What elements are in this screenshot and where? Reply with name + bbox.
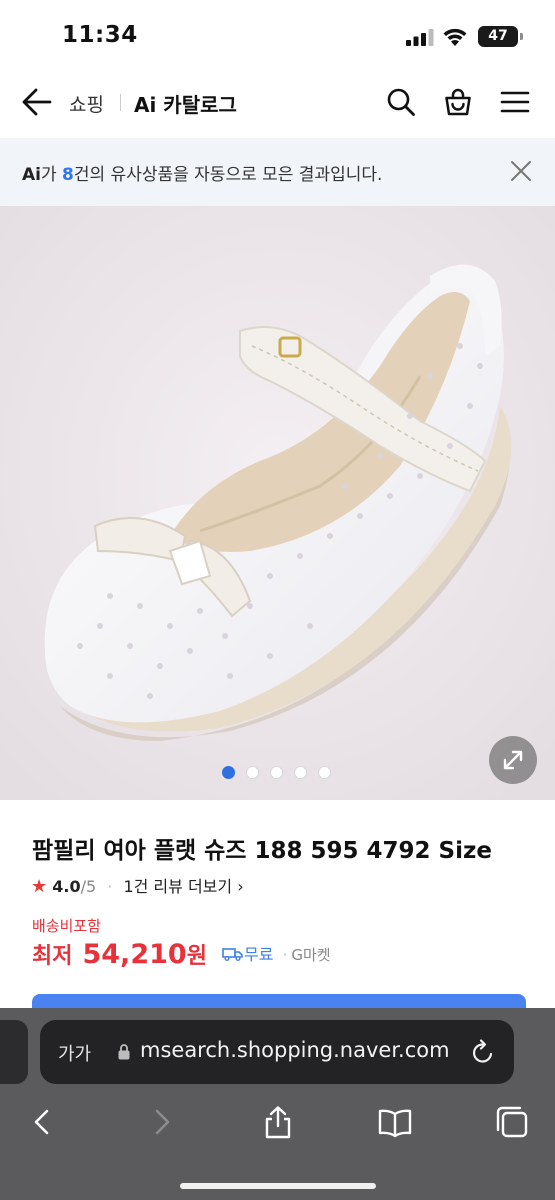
gallery-dot[interactable] xyxy=(246,766,259,779)
price-value: 54,210 xyxy=(82,939,187,970)
search-icon[interactable] xyxy=(386,87,416,117)
cart-icon[interactable] xyxy=(443,87,473,117)
price-unit: 원 xyxy=(186,944,207,969)
delivery-info: 무료 xyxy=(222,941,273,965)
wifi-icon xyxy=(443,28,467,46)
price-row: 최저 54,210원 무료 · G마켓 xyxy=(32,938,331,972)
status-bar: 11:34 47 xyxy=(0,0,555,70)
ai-banner-suffix: 건의 유사상품을 자동으로 모은 결과입니다. xyxy=(73,165,383,185)
text-size-button[interactable]: 가가 xyxy=(58,1040,91,1066)
url-text[interactable]: msearch.shopping.naver.com xyxy=(140,1038,450,1062)
lowest-price-label: 최저 xyxy=(32,944,73,969)
status-time: 11:34 xyxy=(62,22,138,48)
ai-info-banner: Ai가 8건의 유사상품을 자동으로 모은 결과입니다. xyxy=(0,138,555,206)
back-chevron-icon[interactable] xyxy=(24,1104,60,1140)
review-link-label: 1건 리뷰 더보기 xyxy=(123,877,233,896)
gallery-dot[interactable] xyxy=(318,766,331,779)
product-image[interactable] xyxy=(0,206,555,800)
lock-icon xyxy=(118,1044,130,1060)
reload-icon[interactable] xyxy=(470,1038,496,1066)
seller-name: G마켓 xyxy=(291,946,331,964)
expand-image-button[interactable] xyxy=(489,736,537,784)
previous-tab-peek[interactable] xyxy=(0,1020,28,1084)
shipping-included-label: 배송비포함 xyxy=(32,917,102,935)
share-icon[interactable] xyxy=(260,1104,296,1140)
rating-score: 4.0 xyxy=(52,877,81,896)
expand-icon xyxy=(503,750,523,770)
ai-banner-prefix: 가 xyxy=(40,165,63,185)
truck-icon xyxy=(222,948,243,961)
close-icon[interactable] xyxy=(508,158,534,184)
product-title: 팜필리 여아 플랫 슈즈 188 595 4792 Size xyxy=(32,838,492,864)
gallery-dot[interactable] xyxy=(222,766,235,779)
menu-icon[interactable] xyxy=(500,87,530,117)
chevron-right-icon: › xyxy=(237,877,244,896)
app-header: 쇼핑 Ai 카탈로그 xyxy=(0,70,555,138)
rating-row: ★ 4.0/5 · 1건 리뷰 더보기 › xyxy=(31,873,244,897)
star-icon: ★ xyxy=(31,876,48,897)
rating-max: /5 xyxy=(80,877,97,896)
ai-label: Ai xyxy=(22,165,41,185)
browser-chrome: 가가 msearch.shopping.naver.com xyxy=(0,1008,555,1200)
battery-indicator: 47 xyxy=(478,26,523,47)
gallery-dot[interactable] xyxy=(294,766,307,779)
ai-banner-text: Ai가 8건의 유사상품을 자동으로 모은 결과입니다. xyxy=(22,160,382,185)
delivery-free: 무료 xyxy=(244,945,274,964)
tabs-icon[interactable] xyxy=(494,1104,530,1140)
similar-count: 8 xyxy=(62,165,74,185)
address-bar[interactable]: 가가 msearch.shopping.naver.com xyxy=(40,1020,514,1084)
seller-info: · G마켓 xyxy=(279,944,331,965)
breadcrumb-divider xyxy=(120,94,121,111)
cellular-signal-icon xyxy=(406,29,434,46)
shoe-photo xyxy=(0,206,555,800)
page-title: Ai 카탈로그 xyxy=(134,93,237,117)
gallery-pagination xyxy=(222,766,334,780)
forward-chevron-icon[interactable] xyxy=(144,1104,180,1140)
bookmarks-icon[interactable] xyxy=(377,1104,413,1140)
gallery-dot[interactable] xyxy=(270,766,283,779)
back-arrow-icon[interactable] xyxy=(20,85,54,119)
home-indicator xyxy=(180,1183,376,1189)
breadcrumb-shopping[interactable]: 쇼핑 xyxy=(69,90,104,117)
separator-dot: · xyxy=(282,946,288,964)
review-link[interactable]: 1건 리뷰 더보기 › xyxy=(123,877,243,896)
browser-toolbar xyxy=(0,1096,555,1166)
separator-dot: · xyxy=(107,877,113,896)
